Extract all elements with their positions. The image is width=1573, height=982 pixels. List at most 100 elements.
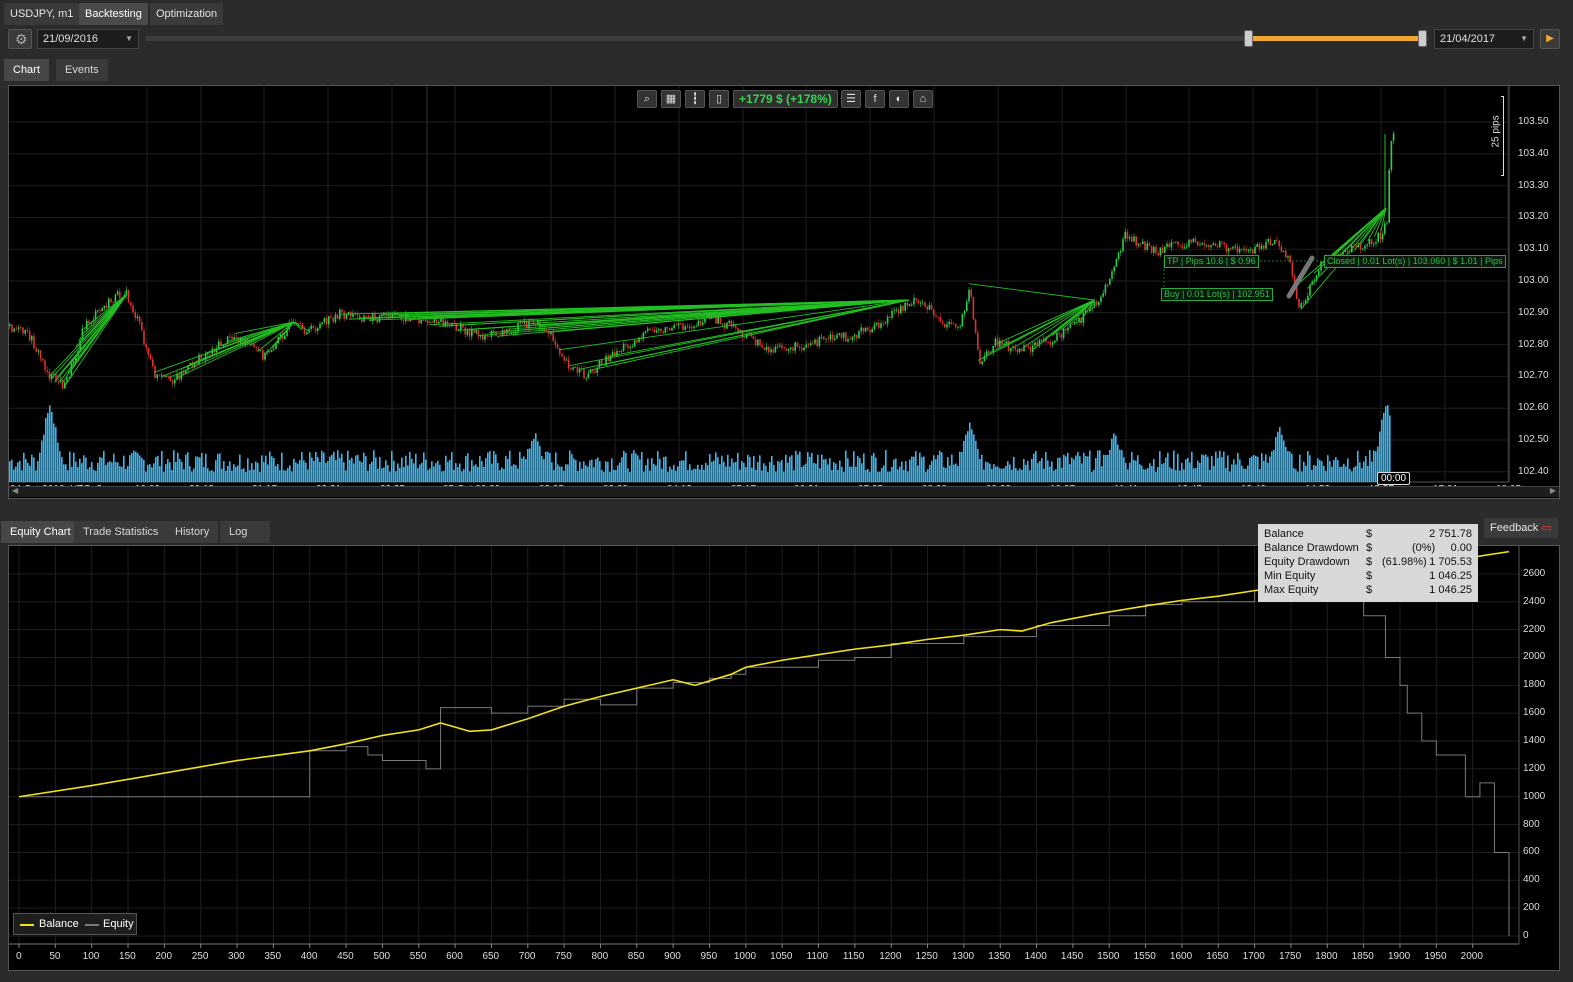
volume-bar <box>485 458 487 482</box>
volume-bar <box>1293 468 1295 482</box>
volume-bar <box>1025 464 1027 482</box>
chart-horizontal-scrollbar[interactable]: ◀ ▶ <box>9 486 1559 497</box>
volume-bar <box>601 469 603 482</box>
price-tick-label: 102.60 <box>1518 402 1549 414</box>
equity-chart-panel[interactable]: 0 200 400 600 800 1000 1200 1400 1600 1800 2000 220… <box>8 545 1560 971</box>
candle-body <box>42 358 44 361</box>
candle-body <box>44 360 46 371</box>
candle-body <box>794 342 796 351</box>
facebook-button[interactable]: f <box>865 90 885 108</box>
equity-chart <box>9 546 1520 948</box>
volume-bar <box>1227 455 1229 482</box>
tab-log[interactable]: Log <box>220 521 270 543</box>
candle-body <box>1263 245 1265 249</box>
volume-bar <box>459 463 461 482</box>
share-button[interactable]: ◐ <box>889 90 909 108</box>
candle-body <box>39 350 42 359</box>
candle-body <box>259 350 262 352</box>
candle-body <box>662 331 664 334</box>
volume-bar <box>829 458 831 482</box>
volume-bar <box>341 453 343 482</box>
end-date-picker[interactable]: 21/04/2017 ▼ <box>1434 29 1534 49</box>
indicators-button[interactable]: ☰ <box>841 90 861 108</box>
candle-body <box>196 363 198 365</box>
volume-bar <box>209 471 211 482</box>
candle-body <box>1230 248 1232 249</box>
tab-optimization[interactable]: Optimization <box>150 3 224 25</box>
volume-bar <box>531 440 533 482</box>
volume-bar <box>309 452 311 482</box>
candle-body <box>1205 245 1208 247</box>
range-end-handle[interactable] <box>1418 30 1427 47</box>
volume-bar <box>1061 467 1063 482</box>
volume-bar <box>711 461 713 482</box>
tab-events[interactable]: Events <box>56 59 108 81</box>
equity-x-tick-label: 1250 <box>915 951 938 962</box>
price-chart-panel[interactable]: ⌕ ▦ ┇ ▯ +1779 $ (+178%) ☰ f ◐ ⌂ 25 pips … <box>8 85 1560 499</box>
tab-equity-chart[interactable]: Equity Chart <box>1 521 80 543</box>
candle-body <box>345 313 348 319</box>
volume-bar <box>1347 458 1349 482</box>
candle-body <box>1258 244 1261 249</box>
zoom-button[interactable]: ⌕ <box>637 90 657 108</box>
candle-body <box>798 346 801 349</box>
tab-usdjpy-m1[interactable]: USDJPY, m1 <box>4 3 80 25</box>
date-range-track[interactable] <box>146 36 1428 41</box>
candle-body <box>1102 293 1104 297</box>
volume-bar <box>769 462 771 482</box>
volume-bar <box>47 412 49 482</box>
candle-body <box>809 343 812 346</box>
candle-body <box>974 319 977 333</box>
chart-type-button[interactable]: ┇ <box>685 90 705 108</box>
candle-body <box>341 309 343 312</box>
volume-bar <box>705 462 707 482</box>
candle-body <box>699 320 702 325</box>
tab-history[interactable]: History <box>166 521 219 543</box>
volume-bar <box>475 464 477 482</box>
volume-bar <box>519 451 521 482</box>
range-start-handle[interactable] <box>1244 30 1253 47</box>
volume-bar <box>551 462 553 482</box>
candle-body <box>1199 244 1201 246</box>
screenshot-button[interactable]: ⌂ <box>913 90 933 108</box>
candle-body <box>554 341 557 345</box>
volume-bar <box>803 465 805 482</box>
candle-body <box>847 339 849 342</box>
volume-bar <box>1123 457 1125 482</box>
candle-body <box>680 323 682 325</box>
tab-backtesting[interactable]: Backtesting <box>79 3 148 25</box>
volume-bar <box>1035 451 1037 482</box>
tab-chart[interactable]: Chart <box>4 59 49 81</box>
volume-bar <box>667 471 669 482</box>
chart-settings-button[interactable]: ▦ <box>661 90 681 108</box>
volume-bar <box>1345 466 1347 482</box>
volume-bar <box>1361 468 1363 482</box>
candle-body <box>1203 243 1206 246</box>
volume-bar <box>887 471 889 482</box>
settings-button[interactable]: ⚙ <box>8 29 32 49</box>
volume-bar <box>1037 463 1039 482</box>
candle-body <box>761 345 763 348</box>
volume-bar <box>287 467 289 482</box>
candle-body <box>721 323 724 325</box>
volume-bar <box>461 471 463 482</box>
candle-body <box>576 366 579 373</box>
candle-body <box>108 298 110 308</box>
volume-bar <box>671 469 673 482</box>
candle-body <box>350 312 352 318</box>
candle-body <box>1150 246 1153 253</box>
stat-label: Min Equity <box>1264 570 1316 582</box>
price-tick-label: 102.40 <box>1518 465 1549 477</box>
candle-body <box>149 354 152 360</box>
feedback-button[interactable]: Feedback ▭ <box>1484 518 1558 538</box>
volume-bar <box>1141 465 1143 482</box>
volume-bar <box>1321 461 1323 482</box>
period-button[interactable]: ▯ <box>709 90 729 108</box>
candle-body <box>1133 236 1135 242</box>
volume-bar <box>1111 438 1113 482</box>
candle-body <box>374 313 376 320</box>
volume-bar <box>71 466 73 482</box>
play-button[interactable]: ▶ <box>1540 29 1560 49</box>
tab-trade-statistics[interactable]: Trade Statistics <box>74 521 168 543</box>
start-date-picker[interactable]: 21/09/2016 ▼ <box>37 29 139 49</box>
